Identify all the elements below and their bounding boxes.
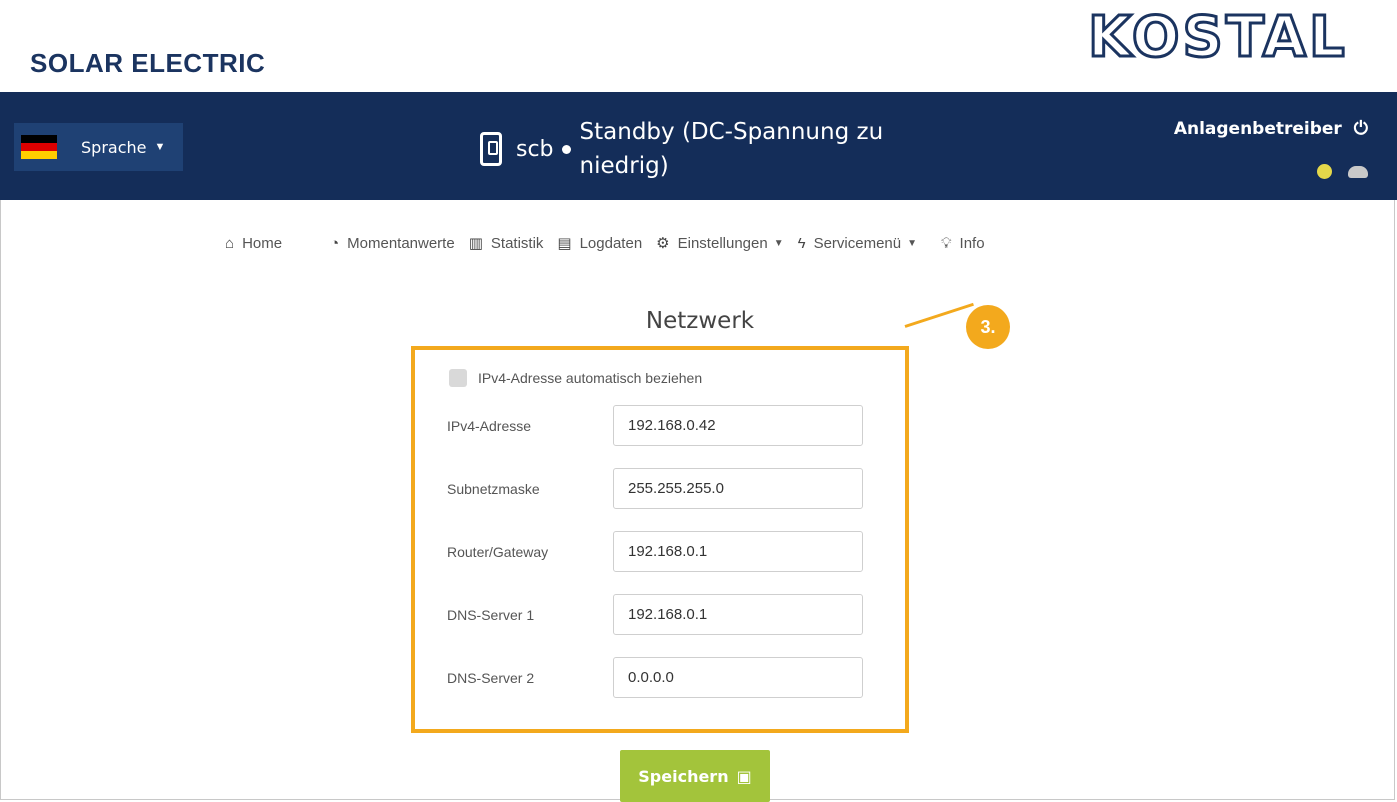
cloud-upload-icon[interactable] <box>1348 165 1368 178</box>
save-button[interactable]: Speichern ▣ <box>620 750 770 802</box>
auto-ipv4-label: IPv4-Adresse automatisch beziehen <box>478 370 703 386</box>
nav-home[interactable]: ⌂ Home <box>225 235 282 252</box>
nav-statistik[interactable]: ▥ Statistik <box>468 234 544 253</box>
kostal-logo: KOSTAL <box>1087 4 1348 71</box>
floppy-disk-icon: ▣ <box>736 766 752 786</box>
main-nav: ⌂ Home ◔ Momentanwerte ▥ Statistik ▤ Log… <box>225 234 999 253</box>
subnet-input[interactable]: 255.255.255.0 <box>613 468 863 509</box>
device-status: scb Standby (DC-Spannung zu niedrig) <box>480 114 910 184</box>
nav-label: Home <box>242 234 283 252</box>
language-dropdown[interactable]: Sprache ▼ <box>14 123 183 171</box>
inverter-icon <box>480 132 502 166</box>
ipv4-label: IPv4-Adresse <box>447 418 532 434</box>
status-text: Standby (DC-Spannung zu niedrig) <box>579 119 884 179</box>
dashboard-icon: ◔ <box>330 234 340 252</box>
device-name: scb <box>516 136 554 162</box>
chevron-down-icon: ▼ <box>154 141 166 153</box>
brand-title: SOLAR ELECTRIC <box>30 48 266 78</box>
user-logout[interactable]: Anlagenbetreiber ⏻ <box>1174 118 1368 139</box>
chevron-down-icon: ▼ <box>773 237 784 249</box>
header-icons <box>1317 164 1368 179</box>
language-label: Sprache <box>81 137 147 157</box>
nav-logdaten[interactable]: ▤ Logdaten <box>557 234 643 253</box>
ipv4-input[interactable]: 192.168.0.42 <box>613 405 863 446</box>
nav-info[interactable]: 💡︎ Info <box>941 235 985 252</box>
nav-label: Einstellungen <box>677 234 768 252</box>
globe-icon[interactable] <box>1317 164 1332 179</box>
chevron-down-icon: ▼ <box>907 237 918 249</box>
header: Sprache ▼ scb Standby (DC-Spannung zu ni… <box>0 92 1397 200</box>
gear-icon: ⚙ <box>656 235 670 252</box>
nav-label: Info <box>959 234 985 252</box>
dns2-input[interactable]: 0.0.0.0 <box>613 657 863 698</box>
save-label: Speichern <box>638 766 729 786</box>
nav-einstellungen[interactable]: ⚙ Einstellungen ▼ <box>656 234 784 253</box>
subnet-label: Subnetzmaske <box>447 481 540 497</box>
dns2-label: DNS-Server 2 <box>447 670 535 686</box>
dns1-label: DNS-Server 1 <box>447 607 535 623</box>
user-name: Anlagenbetreiber <box>1173 119 1342 139</box>
nav-label: Statistik <box>490 234 544 252</box>
gateway-label: Router/Gateway <box>447 544 549 560</box>
german-flag-icon <box>21 135 57 159</box>
document-icon: ▤ <box>557 235 572 252</box>
power-icon[interactable]: ⏻ <box>1354 118 1368 139</box>
nav-momentanwerte[interactable]: ◔ Momentanwerte <box>330 235 455 252</box>
bar-chart-icon: ▥ <box>468 235 483 252</box>
nav-label: Momentanwerte <box>347 234 455 252</box>
gateway-input[interactable]: 192.168.0.1 <box>613 531 863 572</box>
nav-label: Logdaten <box>579 234 643 252</box>
nav-servicemenu[interactable]: ϟ Servicemenü ▼ <box>798 235 917 252</box>
nav-label: Servicemenü <box>813 234 902 252</box>
auto-ipv4-checkbox[interactable] <box>449 369 467 387</box>
bolt-icon: ϟ <box>797 234 806 252</box>
annotation-badge: 3. <box>966 305 1010 349</box>
lightbulb-icon: 💡︎ <box>941 234 952 252</box>
dns1-input[interactable]: 192.168.0.1 <box>613 594 863 635</box>
home-icon: ⌂ <box>225 234 235 252</box>
brand-bar: SOLAR ELECTRIC KOSTAL <box>0 0 1397 92</box>
form-title: Netzwerk <box>645 308 755 334</box>
auto-ipv4-row: IPv4-Adresse automatisch beziehen <box>449 369 702 387</box>
status-dot <box>561 144 571 154</box>
